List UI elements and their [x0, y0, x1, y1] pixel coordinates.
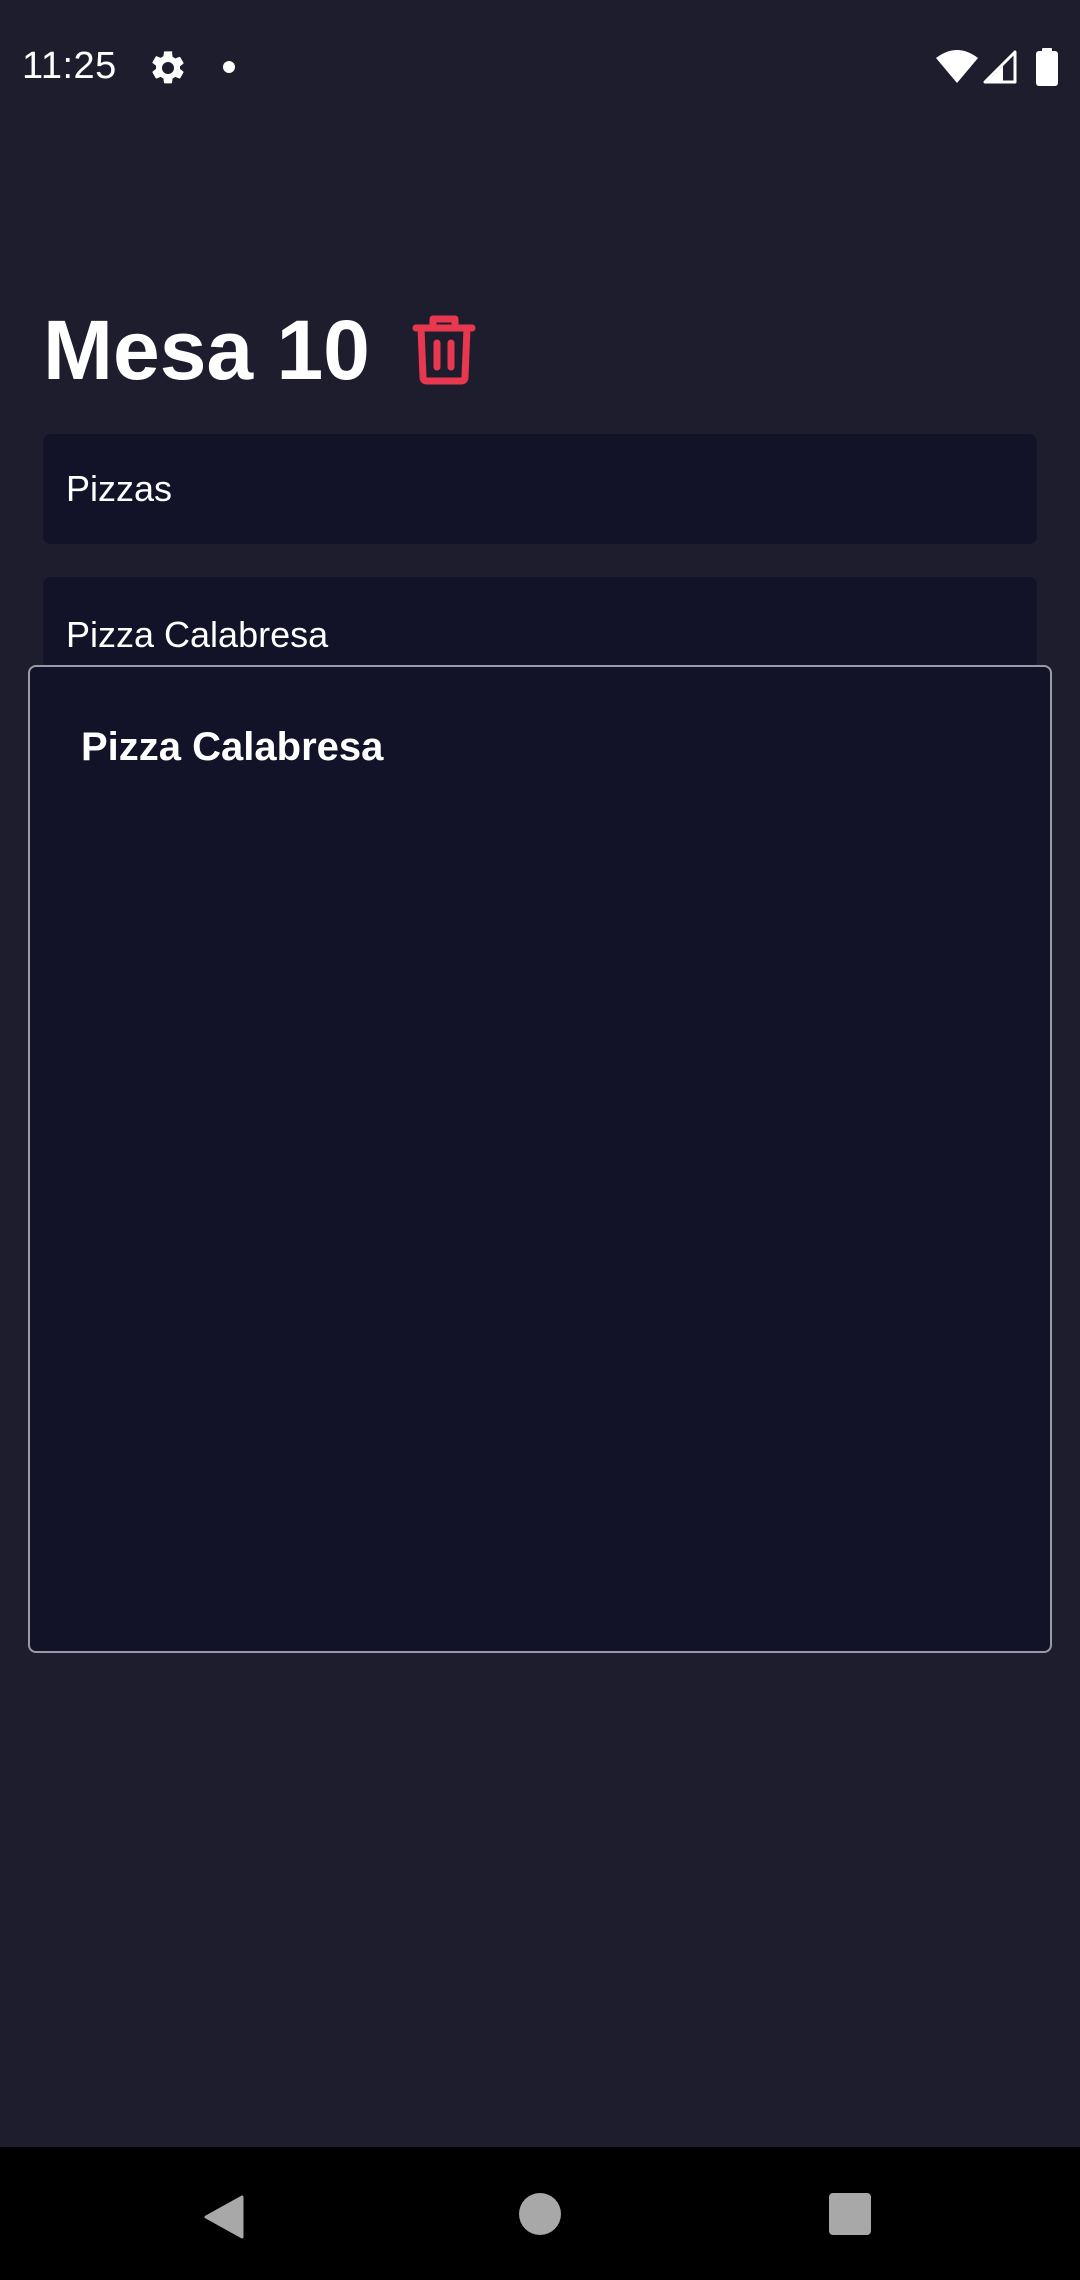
trash-icon: [412, 315, 476, 385]
dropdown-option-pizza-calabresa[interactable]: Pizza Calabresa: [81, 723, 383, 771]
home-icon[interactable]: [519, 2193, 561, 2235]
status-time: 11:25: [22, 45, 117, 87]
back-icon[interactable]: [202, 2193, 246, 2241]
recents-icon[interactable]: [829, 2193, 871, 2235]
status-bar: 11:25: [0, 0, 1080, 135]
page-title: Mesa 10: [43, 303, 370, 397]
product-dropdown-panel: Pizza Calabresa: [28, 665, 1052, 1653]
navigation-bar: [0, 2147, 1080, 2280]
notification-dot-icon: [223, 61, 235, 73]
gear-icon: [152, 51, 184, 84]
signal-icon: [983, 50, 1017, 84]
battery-icon: [1036, 48, 1058, 86]
wifi-icon: [936, 50, 978, 83]
category-select[interactable]: Pizzas: [43, 434, 1037, 544]
delete-button[interactable]: [404, 306, 484, 392]
